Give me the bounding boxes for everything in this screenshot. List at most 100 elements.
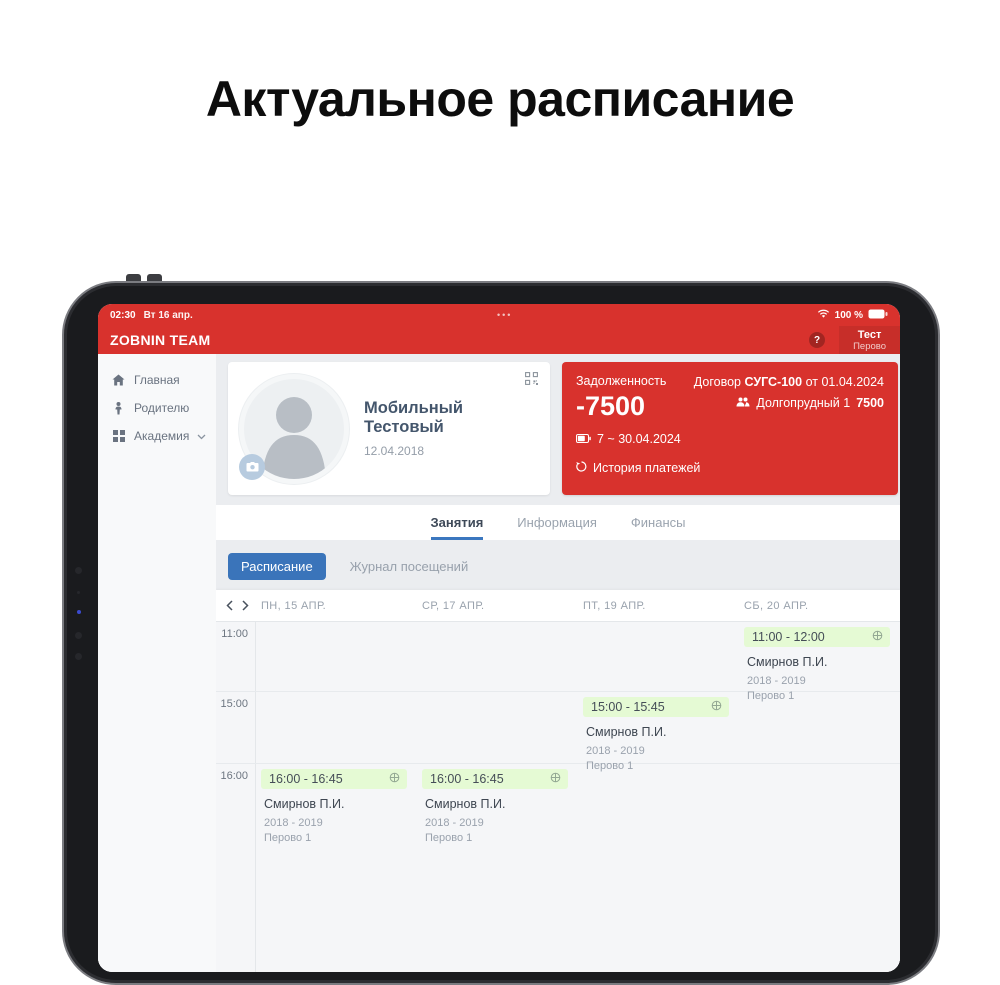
sidebar-item-label: Академия — [134, 429, 190, 443]
lesson-card[interactable]: 15:00 - 15:45 Смирнов П.И. 2018 - 2019 П… — [583, 697, 729, 772]
user-branch: Перово — [853, 340, 886, 352]
schedule-cell — [578, 622, 739, 691]
contract-label: Договор — [693, 375, 741, 389]
activity-icon — [872, 630, 883, 644]
qr-code-icon[interactable] — [525, 372, 538, 390]
activity-icon — [550, 772, 561, 786]
app-header: ZOBNIN TEAM ? Тест Перово — [98, 326, 900, 354]
sidebar-item-home[interactable]: Главная — [98, 366, 216, 394]
group-years: 2018 - 2019 — [425, 817, 484, 829]
group-icon — [736, 396, 750, 410]
chevron-down-icon — [197, 429, 206, 443]
lesson-time: 11:00 - 12:00 — [752, 630, 825, 644]
day-header: СБ, 20 АПР. — [744, 599, 809, 612]
schedule-cell — [256, 622, 417, 691]
coach-name: Смирнов П.И. — [264, 797, 345, 811]
status-bar: 02:30 Вт 16 апр. ••• 100 % — [98, 304, 900, 326]
tablet-screen: 02:30 Вт 16 апр. ••• 100 % ZOBNIN TEAM ?… — [98, 304, 900, 972]
user-menu[interactable]: Тест Перово — [839, 326, 900, 354]
schedule-header: ПН, 15 АПР. СР, 17 АПР. ПТ, 19 АПР. СБ, … — [216, 590, 900, 622]
help-button[interactable]: ? — [809, 332, 826, 348]
sensor-dot-icon — [77, 591, 80, 594]
battery-percent: 100 % — [834, 309, 863, 321]
coach-name: Смирнов П.И. — [747, 655, 828, 669]
multitask-dots-icon: ••• — [496, 310, 513, 320]
subscription-battery-icon — [576, 432, 591, 446]
brand-title: ZOBNIN TEAM — [110, 332, 211, 348]
contract-info: Договор СУГС-100 от 01.04.2024 Долгопруд… — [694, 375, 884, 410]
sidebar-item-label: Главная — [134, 373, 180, 387]
profile-card: Мобильный Тестовый 12.04.2018 — [228, 362, 550, 495]
schedule-row: 11:00 11:00 - 12:00 Смирнов П.И. 2018 - … — [216, 622, 900, 702]
person-icon — [111, 401, 126, 415]
grid-icon — [111, 430, 126, 442]
sidebar: Главная Родителю Академия — [98, 354, 216, 972]
activity-icon — [711, 700, 722, 714]
group-years: 2018 - 2019 — [586, 745, 645, 757]
debt-card: Задолженность -7500 7 ~ 30.04.2024 Истор… — [562, 362, 898, 495]
student-name: Мобильный Тестовый — [364, 399, 463, 436]
schedule-cell — [739, 764, 900, 972]
group-years: 2018 - 2019 — [747, 675, 806, 687]
lesson-card[interactable]: 16:00 - 16:45 Смирнов П.И. 2018 - 2019 П… — [261, 769, 407, 844]
next-week-button[interactable] — [242, 600, 249, 611]
lesson-time: 16:00 - 16:45 — [430, 772, 504, 786]
student-birthdate: 12.04.2018 — [364, 444, 425, 458]
front-camera-icon — [75, 653, 82, 660]
branch-name: Долгопрудный 1 — [756, 396, 851, 410]
payment-history-label: История платежей — [593, 461, 701, 475]
branch-amount: 7500 — [856, 396, 884, 410]
time-label: 15:00 — [216, 692, 256, 763]
subnav: Расписание Журнал посещений — [216, 540, 900, 590]
day-header: ПН, 15 АПР. — [261, 599, 327, 612]
schedule-cell: 11:00 - 12:00 Смирнов П.И. 2018 - 2019 П… — [739, 622, 900, 702]
group-years: 2018 - 2019 — [264, 817, 323, 829]
status-time: 02:30 — [110, 309, 136, 321]
history-icon — [576, 461, 587, 475]
branch-label: Перово 1 — [264, 832, 312, 844]
schedule-cell — [417, 692, 578, 763]
schedule-cell: 16:00 - 16:45 Смирнов П.И. 2018 - 2019 П… — [417, 764, 578, 972]
payment-history-link[interactable]: История платежей — [576, 461, 884, 475]
schedule-button[interactable]: Расписание — [228, 553, 326, 580]
sidebar-item-parent[interactable]: Родителю — [98, 394, 216, 422]
sidebar-item-label: Родителю — [134, 401, 190, 415]
contract-date: от 01.04.2024 — [805, 375, 884, 389]
schedule-row: 16:00 16:00 - 16:45 Смирнов П.И. 2018 - … — [216, 764, 900, 972]
schedule-cell — [578, 764, 739, 972]
sidebar-item-academy[interactable]: Академия — [98, 422, 216, 450]
coach-name: Смирнов П.И. — [586, 725, 667, 739]
home-icon — [111, 374, 126, 386]
time-label: 16:00 — [216, 764, 256, 972]
tab-information[interactable]: Информация — [517, 505, 597, 537]
front-camera-icon — [75, 632, 82, 639]
day-header: СР, 17 АПР. — [422, 599, 485, 612]
tabs-bar: Занятия Информация Финансы — [216, 505, 900, 540]
lesson-card[interactable]: 16:00 - 16:45 Смирнов П.И. 2018 - 2019 П… — [422, 769, 568, 844]
schedule-grid: ПН, 15 АПР. СР, 17 АПР. ПТ, 19 АПР. СБ, … — [216, 590, 900, 972]
schedule-cell — [256, 692, 417, 763]
schedule-cell — [739, 692, 900, 763]
schedule-row: 15:00 15:00 - 15:45 Смирнов П.И. 2018 - … — [216, 692, 900, 772]
camera-indicator-icon — [77, 610, 81, 614]
coach-name: Смирнов П.И. — [425, 797, 506, 811]
attendance-journal-button[interactable]: Журнал посещений — [344, 558, 475, 575]
main-content: Мобильный Тестовый 12.04.2018 Задолженно… — [216, 354, 900, 972]
camera-button[interactable] — [239, 453, 265, 480]
tab-finances[interactable]: Финансы — [631, 505, 686, 537]
schedule-cell: 15:00 - 15:45 Смирнов П.И. 2018 - 2019 П… — [578, 692, 739, 772]
battery-icon — [868, 309, 888, 322]
activity-icon — [389, 772, 400, 786]
lesson-time: 16:00 - 16:45 — [269, 772, 343, 786]
user-name: Тест — [857, 328, 882, 341]
lesson-card[interactable]: 11:00 - 12:00 Смирнов П.И. 2018 - 2019 П… — [744, 627, 890, 702]
prev-week-button[interactable] — [226, 600, 233, 611]
page-title: Актуальное расписание — [205, 71, 795, 127]
tab-lessons[interactable]: Занятия — [430, 505, 484, 540]
tablet-frame: 02:30 Вт 16 апр. ••• 100 % ZOBNIN TEAM ?… — [62, 281, 940, 985]
branch-label: Перово 1 — [425, 832, 473, 844]
contract-number: СУГС-100 — [744, 375, 803, 389]
front-camera-icon — [75, 567, 82, 574]
time-label: 11:00 — [216, 622, 256, 691]
lesson-time: 15:00 - 15:45 — [591, 700, 665, 714]
